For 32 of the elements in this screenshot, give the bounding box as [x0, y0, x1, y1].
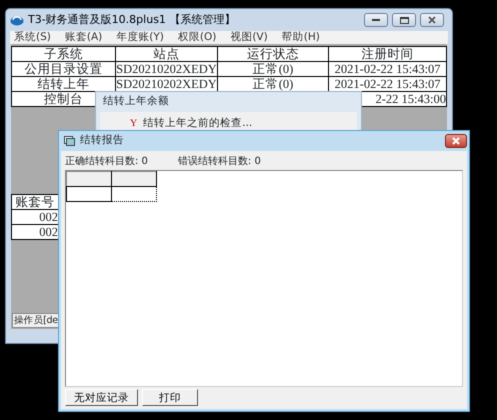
report-title: 结转报告 [80, 133, 124, 148]
column-header: 站点 [116, 46, 218, 62]
count-label: 错误结转科目数: 0 [178, 154, 261, 168]
table-cell: 正常(0) [217, 62, 329, 76]
minimize-button[interactable] [364, 13, 388, 27]
menu-item[interactable]: 账套(A) [64, 30, 102, 46]
grid-cell [112, 186, 156, 202]
table-cell: SD20210202XEDY [116, 62, 218, 76]
count-label: 正确结转科目数: 0 [65, 154, 148, 168]
action-button[interactable]: 打印 [142, 389, 198, 406]
menu-item[interactable]: 年度账(Y) [116, 30, 164, 46]
table-cell: 公用目录设置 [12, 62, 116, 76]
maximize-icon [400, 16, 408, 24]
window-title: T3-财务通普及版10.8plus1 【系统管理】 [28, 12, 236, 28]
close-icon [428, 16, 436, 24]
menu-item[interactable]: 系统(S) [14, 30, 51, 46]
action-button[interactable]: 无对应记录 [65, 389, 138, 406]
column-header: 运行状态 [217, 46, 329, 62]
menu-item[interactable]: 视图(V) [230, 30, 268, 46]
close-button[interactable] [420, 13, 444, 27]
menu-item[interactable]: 权限(O) [178, 30, 216, 46]
maximize-button[interactable] [392, 13, 416, 27]
grid-cell [66, 186, 112, 202]
close-icon [452, 137, 460, 145]
minimize-icon [372, 18, 380, 22]
app-logo-icon [10, 14, 24, 26]
window-icon [64, 136, 75, 146]
step-mark: Y [130, 117, 138, 131]
step-text: 结转上年之前的检查... [143, 116, 252, 131]
menu-item[interactable]: 帮助(H) [282, 30, 320, 46]
table-cell: 2021-02-22 15:43:07 [328, 62, 446, 76]
close-button[interactable] [445, 134, 467, 148]
